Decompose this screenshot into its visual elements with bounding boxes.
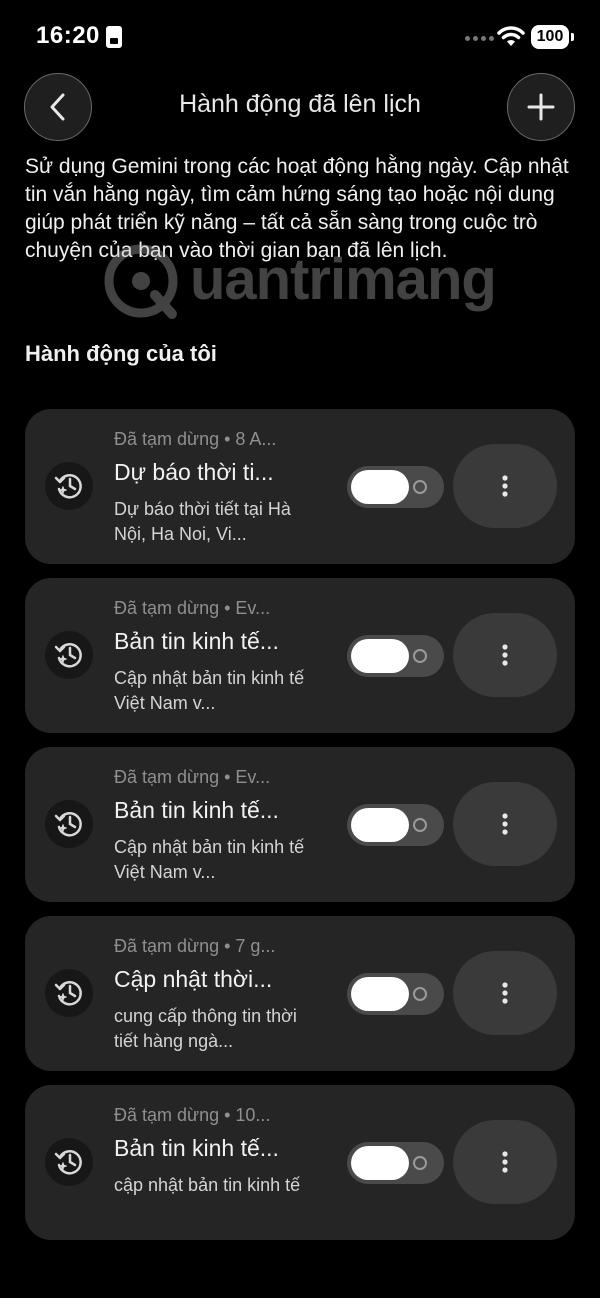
action-description: Cập nhật bản tin kinh tế Việt Nam v... [114, 837, 305, 882]
cellular-signal-icon [465, 36, 494, 41]
scheduled-action-card[interactable]: Đã tạm dừng • Ev... Bản tin kinh tế... C… [25, 747, 575, 902]
scheduled-history-icon [45, 969, 93, 1017]
more-options-button[interactable] [453, 782, 557, 866]
scheduled-action-card[interactable]: Đã tạm dừng • 7 g... Cập nhật thời... cu… [25, 916, 575, 1071]
toggle-off-indicator-icon [413, 1156, 427, 1170]
action-status-meta: Đã tạm dừng • 10... [114, 1105, 271, 1125]
action-enable-toggle[interactable] [347, 1142, 444, 1184]
scheduled-action-card[interactable]: Đã tạm dừng • 8 A... Dự báo thời ti... D… [25, 409, 575, 564]
page-title: Hành động đã lên lịch [179, 90, 421, 118]
action-status-meta: Đã tạm dừng • 8 A... [114, 429, 277, 449]
action-description: cung cấp thông tin thời tiết hàng ngà... [114, 1006, 297, 1051]
arrow-left-icon [50, 93, 65, 121]
intro-description: Sử dụng Gemini trong các hoạt động hằng … [25, 155, 569, 262]
back-button[interactable] [24, 73, 92, 141]
more-vertical-icon [502, 982, 508, 1004]
add-action-button[interactable] [507, 73, 575, 141]
action-enable-toggle[interactable] [347, 973, 444, 1015]
battery-indicator: 100 [531, 25, 574, 49]
toggle-knob [351, 808, 409, 842]
action-title: Bản tin kinh tế... [114, 1135, 279, 1161]
action-title: Bản tin kinh tế... [114, 628, 279, 654]
action-status-meta: Đã tạm dừng • Ev... [114, 598, 271, 618]
more-vertical-icon [502, 1151, 508, 1173]
toggle-knob [351, 977, 409, 1011]
status-time: 16:20 [36, 22, 100, 49]
more-vertical-icon [502, 644, 508, 666]
sim-card-icon [106, 26, 122, 48]
status-bar: 16:20 100 [0, 0, 600, 76]
toggle-off-indicator-icon [413, 480, 427, 494]
plus-icon [527, 93, 555, 121]
toggle-knob [351, 470, 409, 504]
section-title: Hành động của tôi [25, 341, 217, 366]
scheduled-action-card[interactable]: Đã tạm dừng • 10... Bản tin kinh tế... c… [25, 1085, 575, 1240]
action-enable-toggle[interactable] [347, 635, 444, 677]
action-status-meta: Đã tạm dừng • Ev... [114, 767, 271, 787]
toggle-off-indicator-icon [413, 649, 427, 663]
toggle-knob [351, 639, 409, 673]
scheduled-action-card[interactable]: Đã tạm dừng • Ev... Bản tin kinh tế... C… [25, 578, 575, 733]
action-title: Bản tin kinh tế... [114, 797, 279, 823]
scheduled-history-icon [45, 1138, 93, 1186]
more-vertical-icon [502, 813, 508, 835]
more-options-button[interactable] [453, 951, 557, 1035]
wifi-icon [497, 26, 525, 46]
scheduled-history-icon [45, 800, 93, 848]
more-options-button[interactable] [453, 1120, 557, 1204]
action-title: Dự báo thời ti... [114, 459, 274, 485]
toggle-off-indicator-icon [413, 987, 427, 1001]
action-description: Dự báo thời tiết tại Hà Nội, Ha Noi, Vi.… [114, 499, 291, 544]
toggle-off-indicator-icon [413, 818, 427, 832]
more-options-button[interactable] [453, 444, 557, 528]
more-vertical-icon [502, 475, 508, 497]
action-title: Cập nhật thời... [114, 966, 273, 992]
more-options-button[interactable] [453, 613, 557, 697]
action-description: Cập nhật bản tin kinh tế Việt Nam v... [114, 668, 305, 713]
action-status-meta: Đã tạm dừng • 7 g... [114, 936, 276, 956]
scheduled-history-icon [45, 631, 93, 679]
toggle-knob [351, 1146, 409, 1180]
action-enable-toggle[interactable] [347, 804, 444, 846]
scheduled-history-icon [45, 462, 93, 510]
action-description: cập nhật bản tin kinh tế [114, 1175, 301, 1195]
action-enable-toggle[interactable] [347, 466, 444, 508]
